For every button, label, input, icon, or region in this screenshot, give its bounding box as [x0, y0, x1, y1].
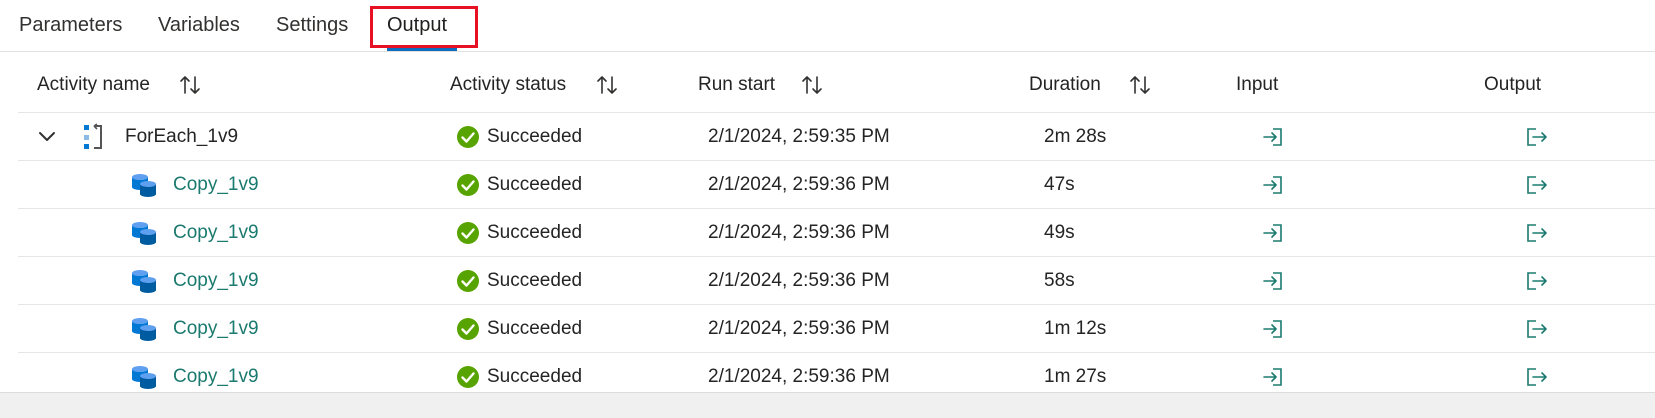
activity-status: Succeeded: [456, 209, 582, 257]
success-check-icon: [457, 222, 479, 244]
success-check-icon: [457, 318, 479, 340]
column-header-activity-status: Activity status: [450, 74, 567, 95]
activity-status: Succeeded: [456, 161, 582, 209]
column-header-input: Input: [1236, 74, 1279, 95]
column-header-output: Output: [1484, 74, 1542, 95]
activity-status: Succeeded: [456, 113, 582, 161]
collapse-chevron-icon[interactable]: [38, 113, 56, 161]
activity-name-link[interactable]: Copy_1v9: [173, 305, 259, 353]
activity-name-link[interactable]: Copy_1v9: [173, 209, 259, 257]
input-icon[interactable]: [1262, 305, 1284, 353]
tab-variables[interactable]: Variables: [158, 14, 240, 37]
run-start: 2/1/2024, 2:59:36 PM: [708, 270, 890, 291]
run-start: 2/1/2024, 2:59:35 PM: [708, 126, 890, 147]
activity-name-link[interactable]: Copy_1v9: [173, 161, 259, 209]
status-label: Succeeded: [487, 366, 583, 387]
activity-status: Succeeded: [456, 257, 582, 305]
table-row[interactable]: ForEach_1v9 Succeeded 2/1/2024, 2:59:35 …: [18, 113, 1655, 161]
table-row[interactable]: Copy_1v9 Succeeded 2/1/2024, 2:59:36 PM …: [18, 257, 1655, 305]
output-icon[interactable]: [1526, 113, 1548, 161]
tab-parameters[interactable]: Parameters: [19, 14, 122, 37]
copy-data-icon: [130, 257, 158, 305]
status-label: Succeeded: [487, 174, 583, 195]
activity-name-link[interactable]: Copy_1v9: [173, 257, 259, 305]
copy-data-icon: [130, 161, 158, 209]
sort-activity-status-icon[interactable]: [595, 74, 619, 96]
success-check-icon: [457, 174, 479, 196]
input-icon[interactable]: [1262, 257, 1284, 305]
output-icon[interactable]: [1526, 161, 1548, 209]
run-start: 2/1/2024, 2:59:36 PM: [708, 174, 890, 195]
column-header-duration: Duration: [1029, 74, 1101, 95]
activity-name: ForEach_1v9: [125, 126, 239, 147]
output-icon[interactable]: [1526, 353, 1548, 393]
output-tab-highlight: [370, 6, 478, 48]
success-check-icon: [457, 270, 479, 292]
sort-duration-icon[interactable]: [1128, 74, 1152, 96]
input-icon[interactable]: [1262, 113, 1284, 161]
duration: 2m 28s: [1044, 126, 1107, 147]
run-start: 2/1/2024, 2:59:36 PM: [708, 366, 890, 387]
duration: 1m 27s: [1044, 366, 1107, 387]
copy-data-icon: [130, 209, 158, 257]
duration: 1m 12s: [1044, 318, 1107, 339]
success-check-icon: [457, 126, 479, 148]
horizontal-scrollbar[interactable]: [0, 392, 1655, 418]
column-header-activity-name: Activity name: [37, 74, 150, 95]
activity-status: Succeeded: [456, 353, 582, 393]
run-start: 2/1/2024, 2:59:36 PM: [708, 318, 890, 339]
output-icon[interactable]: [1526, 257, 1548, 305]
activity-name-link[interactable]: Copy_1v9: [173, 353, 259, 393]
output-icon[interactable]: [1526, 209, 1548, 257]
duration: 47s: [1044, 174, 1075, 195]
input-icon[interactable]: [1262, 353, 1284, 393]
active-tab-indicator: [387, 48, 457, 51]
table-row[interactable]: Copy_1v9 Succeeded 2/1/2024, 2:59:36 PM …: [18, 161, 1655, 209]
input-icon[interactable]: [1262, 209, 1284, 257]
sort-activity-name-icon[interactable]: [178, 74, 202, 96]
activity-status: Succeeded: [456, 305, 582, 353]
foreach-icon: [82, 113, 104, 161]
output-icon[interactable]: [1526, 305, 1548, 353]
table-row[interactable]: Copy_1v9 Succeeded 2/1/2024, 2:59:36 PM …: [18, 209, 1655, 257]
duration: 49s: [1044, 222, 1075, 243]
success-check-icon: [457, 366, 479, 388]
run-start: 2/1/2024, 2:59:36 PM: [708, 222, 890, 243]
column-header-run-start: Run start: [698, 74, 776, 95]
table-row[interactable]: Copy_1v9 Succeeded 2/1/2024, 2:59:36 PM …: [18, 353, 1655, 393]
tab-bar: Parameters Variables Settings Output: [0, 0, 1655, 52]
status-label: Succeeded: [487, 126, 583, 147]
copy-data-icon: [130, 353, 158, 393]
status-label: Succeeded: [487, 222, 583, 243]
tab-settings[interactable]: Settings: [276, 14, 348, 37]
status-label: Succeeded: [487, 270, 583, 291]
sort-run-start-icon[interactable]: [800, 74, 824, 96]
status-label: Succeeded: [487, 318, 583, 339]
duration: 58s: [1044, 270, 1075, 291]
input-icon[interactable]: [1262, 161, 1284, 209]
copy-data-icon: [130, 305, 158, 353]
table-row[interactable]: Copy_1v9 Succeeded 2/1/2024, 2:59:36 PM …: [18, 305, 1655, 353]
